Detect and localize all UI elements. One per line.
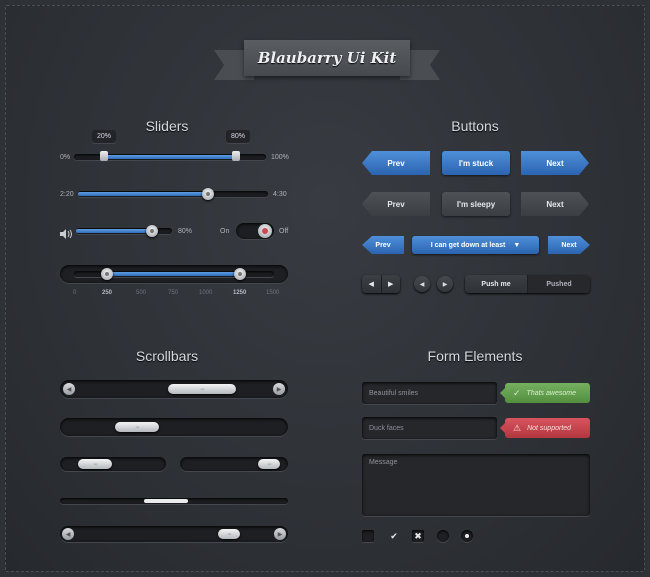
checkbox-crossed[interactable]: ✖ [412, 530, 424, 542]
scrollbar-thumb[interactable]: ··· [218, 529, 240, 539]
tick-label: 0 [73, 290, 77, 296]
message-placeholder: Message [369, 459, 398, 466]
radio-empty[interactable] [437, 530, 449, 542]
text-field-1[interactable]: Beautiful smiles [362, 382, 497, 404]
text-field-2[interactable]: Duck faces [362, 417, 497, 439]
tick-slider-groove[interactable] [60, 265, 288, 283]
volume-slider-fill [76, 229, 152, 233]
scrollbar-thumb[interactable]: ··· [78, 459, 112, 469]
toggle-on-label: On [220, 228, 230, 235]
arrow-left-icon[interactable]: ◀ [362, 275, 381, 293]
tick-label: 1250 [233, 290, 247, 296]
arrow-left-icon[interactable]: ◀ [63, 383, 75, 395]
scrollbar-4[interactable]: ··· [180, 457, 288, 471]
toggle-off-label: Off [279, 228, 289, 235]
checkbox-empty[interactable] [362, 530, 374, 542]
im-sleepy-button[interactable]: I'm sleepy [442, 192, 510, 216]
form-elements-title: Form Elements [427, 348, 523, 364]
tick-slider-fill [107, 272, 240, 276]
tick-label: 750 [168, 290, 179, 296]
scrollbar-thumb[interactable]: ··· [115, 422, 159, 432]
tick-slider-low-handle[interactable] [101, 268, 113, 280]
cross-icon: ✖ [414, 530, 422, 541]
range-slider-high-handle[interactable] [232, 151, 240, 161]
title-ribbon: Blaubarry Ui Kit [214, 40, 440, 86]
prev-button-gray[interactable]: Prev [362, 192, 430, 216]
arrow-left-icon[interactable]: ◀ [62, 528, 74, 540]
error-text: Not supported [527, 424, 572, 432]
volume-value-label: 80% [178, 228, 193, 235]
circle-right-button[interactable]: ▶ [437, 276, 453, 292]
range-low-tooltip: 20% [92, 130, 117, 143]
scrollbar-thumb[interactable]: ··· [168, 384, 236, 394]
range-slider-fill [104, 155, 236, 159]
range-min-label: 0% [60, 154, 71, 161]
tick-slider-track [74, 268, 274, 280]
kit-title: Blaubarry Ui Kit [244, 40, 410, 76]
speaker-icon [60, 226, 72, 244]
dropdown-button[interactable]: I can get down at least ▼ [412, 236, 539, 254]
volume-slider-handle[interactable] [146, 225, 158, 237]
range-slider-track[interactable] [74, 151, 266, 161]
caret-down-icon: ▼ [513, 241, 521, 249]
check-icon: ✔ [390, 530, 398, 541]
volume-slider-track[interactable] [76, 225, 172, 237]
arrow-left-icon: ◀ [419, 281, 425, 288]
range-high-tooltip: 80% [226, 130, 251, 143]
arrow-right-icon[interactable]: ▶ [274, 528, 286, 540]
time-end-label: 4:30 [273, 191, 287, 198]
arrow-right-icon[interactable]: ▶ [273, 383, 285, 395]
tick-label: 1000 [199, 290, 213, 296]
text-field-2-value: Duck faces [369, 424, 404, 432]
on-off-toggle[interactable] [236, 223, 274, 239]
dropdown-label: I can get down at least [430, 241, 506, 249]
next-button[interactable]: Next [521, 151, 589, 175]
im-stuck-button[interactable]: I'm stuck [442, 151, 510, 175]
time-slider-handle[interactable] [202, 188, 214, 200]
tick-label: 500 [136, 290, 147, 296]
message-textarea[interactable]: Message [362, 454, 590, 516]
time-slider-fill [78, 192, 206, 196]
check-icon: ✓ [513, 387, 521, 398]
scrollbar-6[interactable]: ◀ ··· ▶ [60, 526, 288, 542]
tick-label: 250 [102, 290, 113, 296]
success-text: Thats awesome [526, 389, 576, 397]
scrollbar-2[interactable]: ··· [60, 418, 288, 436]
success-badge: ✓ Thats awesome [500, 383, 590, 403]
next-button-gray[interactable]: Next [521, 192, 589, 216]
time-slider-track[interactable] [78, 188, 268, 200]
scrollbar-thumb-thin[interactable] [144, 499, 188, 503]
arrow-right-icon: ▶ [442, 281, 448, 288]
arrow-right-icon[interactable]: ▶ [380, 275, 401, 293]
scrollbar-thumb[interactable]: ··· [258, 459, 280, 469]
time-start-label: 2:20 [60, 191, 74, 198]
scrollbars-title: Scrollbars [135, 348, 199, 364]
tick-label: 1500 [266, 290, 280, 296]
push-me-button[interactable]: Push me [465, 275, 527, 293]
pushed-button[interactable]: Pushed [527, 275, 590, 293]
range-slider-low-handle[interactable] [100, 151, 108, 161]
toggle-knob[interactable] [258, 224, 272, 238]
tick-slider-high-handle[interactable] [234, 268, 246, 280]
scrollbar-1[interactable]: ◀ ··· ▶ [60, 380, 288, 398]
prev-button[interactable]: Prev [362, 151, 430, 175]
checkbox-checked[interactable]: ✔ [388, 530, 400, 542]
error-badge: ⚠ Not supported [500, 418, 590, 438]
push-toggle-group: Push me Pushed [465, 275, 590, 293]
scrollbar-3[interactable]: ··· [60, 457, 166, 471]
circle-left-button[interactable]: ◀ [414, 276, 430, 292]
radio-selected[interactable] [461, 530, 473, 542]
warning-icon: ⚠ [513, 422, 522, 433]
scrollbar-5[interactable] [60, 498, 288, 504]
text-field-1-value: Beautiful smiles [369, 389, 419, 397]
arrow-button-group: ◀ ▶ [362, 275, 400, 293]
range-max-label: 100% [271, 154, 289, 161]
buttons-title: Buttons [451, 118, 499, 134]
